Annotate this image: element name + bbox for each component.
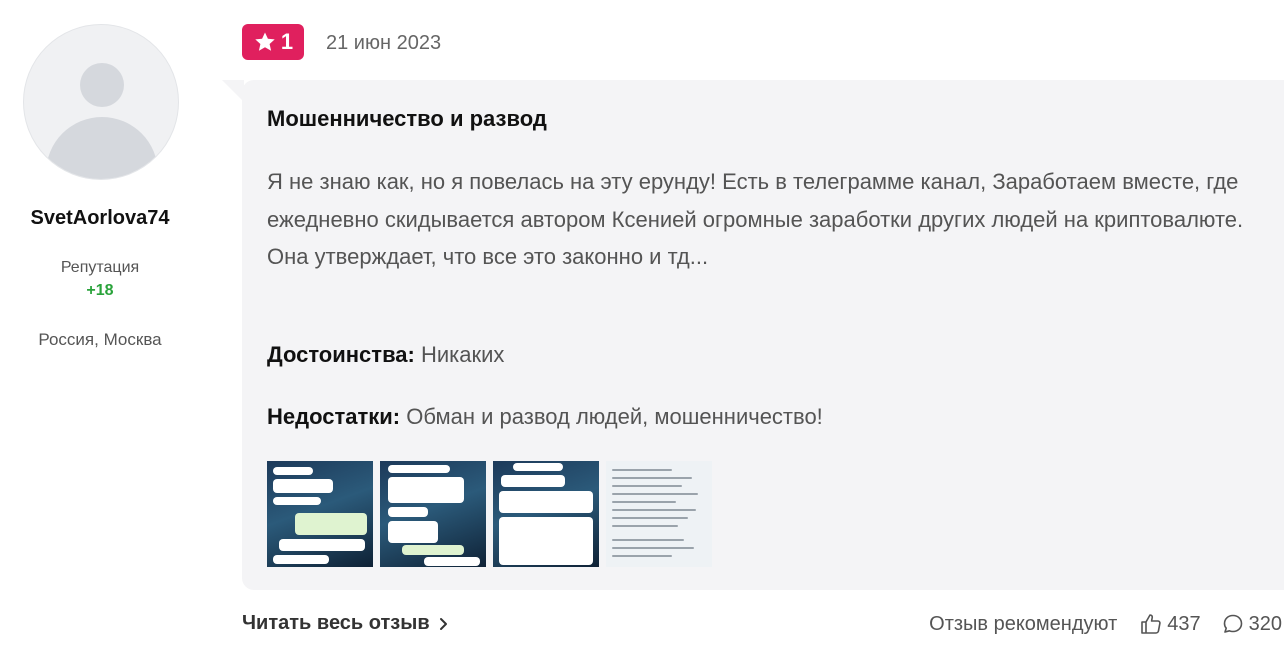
like-button[interactable]: 437: [1139, 612, 1201, 636]
pros-label: Достоинства:: [267, 342, 415, 367]
avatar[interactable]: [23, 24, 179, 180]
recommend-label: Отзыв рекомендуют: [929, 612, 1118, 635]
review-date: 21 июн 2023: [326, 32, 442, 54]
review-image-4[interactable]: [606, 461, 712, 567]
review-image-3[interactable]: [493, 461, 599, 567]
review-title[interactable]: Мошенничество и развод: [267, 106, 547, 132]
card-pointer: [222, 80, 244, 102]
rating-badge: 1: [242, 24, 304, 60]
avatar-placeholder-head: [80, 63, 124, 107]
pros-value: Никаких: [421, 342, 505, 367]
thumbs-up-icon: [1141, 614, 1161, 634]
reputation-label: Репутация: [60, 259, 140, 276]
review-text: Я не знаю как, но я повелась на эту ерун…: [267, 169, 1244, 269]
read-full-review-link[interactable]: Читать весь отзыв: [242, 612, 450, 635]
review-cons: Недостатки: Обман и развод людей, мошенн…: [267, 404, 823, 430]
star-icon: [255, 32, 275, 51]
cons-value: Обман и развод людей, мошенничество!: [406, 404, 823, 429]
review-image-1[interactable]: [267, 461, 373, 567]
avatar-placeholder-body: [46, 117, 158, 179]
reputation-value: +18: [86, 282, 114, 299]
review-image-2[interactable]: [380, 461, 486, 567]
read-more-label: Читать весь отзыв: [242, 612, 430, 634]
likes-count: 437: [1167, 612, 1201, 635]
comment-icon: [1223, 614, 1242, 633]
chevron-right-icon: [439, 617, 447, 630]
comments-button[interactable]: 320: [1221, 612, 1282, 636]
cons-label: Недостатки:: [267, 404, 401, 429]
author-location: Россия, Москва: [38, 330, 162, 349]
rating-value: 1: [280, 29, 294, 54]
review-pros: Достоинства: Никаких: [267, 342, 504, 368]
review-images: [267, 461, 712, 567]
author-username[interactable]: SvetAorlova74: [0, 207, 200, 230]
review-stats: Отзыв рекомендуют 437 320: [929, 612, 1282, 636]
comments-count: 320: [1248, 612, 1282, 635]
